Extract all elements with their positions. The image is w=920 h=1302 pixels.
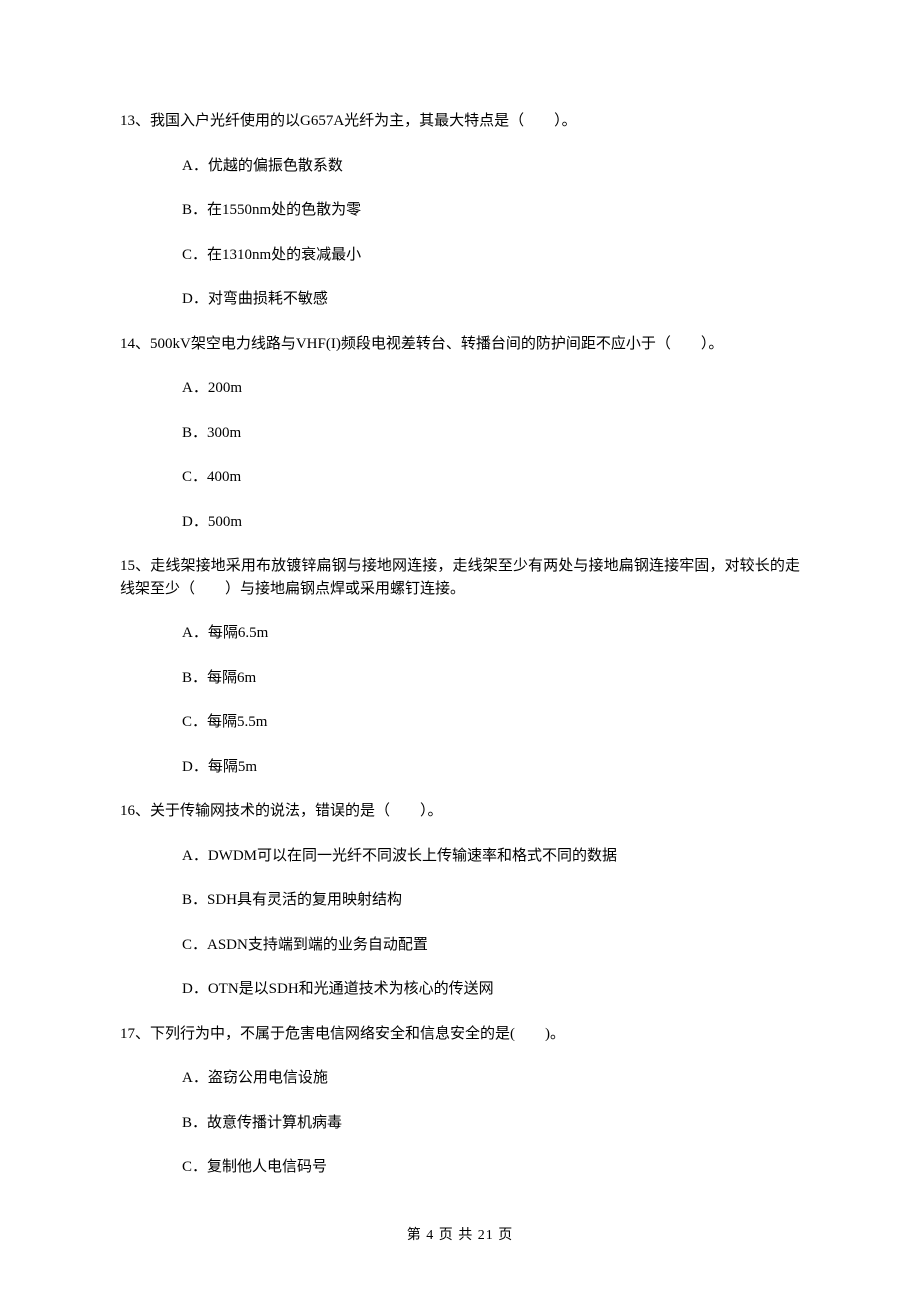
question-stem: 13、我国入户光纤使用的以G657A光纤为主，其最大特点是（ ）。 — [120, 110, 800, 133]
question-15: 15、走线架接地采用布放镀锌扁钢与接地网连接，走线架至少有两处与接地扁钢连接牢固… — [120, 555, 800, 778]
option-b: B．300m — [120, 422, 800, 445]
option-b: B．每隔6m — [120, 667, 800, 690]
option-b: B．故意传播计算机病毒 — [120, 1112, 800, 1135]
question-17: 17、下列行为中，不属于危害电信网络安全和信息安全的是( )。 A．盗窃公用电信… — [120, 1023, 800, 1179]
option-c: C．复制他人电信码号 — [120, 1156, 800, 1179]
question-stem: 16、关于传输网技术的说法，错误的是（ ）。 — [120, 800, 800, 823]
question-stem: 17、下列行为中，不属于危害电信网络安全和信息安全的是( )。 — [120, 1023, 800, 1046]
option-d: D．500m — [120, 511, 800, 534]
option-a: A．盗窃公用电信设施 — [120, 1067, 800, 1090]
option-c: C．ASDN支持端到端的业务自动配置 — [120, 934, 800, 957]
question-16: 16、关于传输网技术的说法，错误的是（ ）。 A．DWDM可以在同一光纤不同波长… — [120, 800, 800, 1001]
option-b: B．SDH具有灵活的复用映射结构 — [120, 889, 800, 912]
option-a: A．DWDM可以在同一光纤不同波长上传输速率和格式不同的数据 — [120, 845, 800, 868]
option-a: A．200m — [120, 377, 800, 400]
question-stem: 15、走线架接地采用布放镀锌扁钢与接地网连接，走线架至少有两处与接地扁钢连接牢固… — [120, 555, 800, 600]
option-c: C．400m — [120, 466, 800, 489]
option-a: A．每隔6.5m — [120, 622, 800, 645]
question-14: 14、500kV架空电力线路与VHF(I)频段电视差转台、转播台间的防护间距不应… — [120, 333, 800, 534]
question-stem: 14、500kV架空电力线路与VHF(I)频段电视差转台、转播台间的防护间距不应… — [120, 333, 800, 356]
option-b: B．在1550nm处的色散为零 — [120, 199, 800, 222]
option-d: D．对弯曲损耗不敏感 — [120, 288, 800, 311]
page: 13、我国入户光纤使用的以G657A光纤为主，其最大特点是（ ）。 A．优越的偏… — [0, 0, 920, 1302]
option-d: D．OTN是以SDH和光通道技术为核心的传送网 — [120, 978, 800, 1001]
option-d: D．每隔5m — [120, 756, 800, 779]
question-13: 13、我国入户光纤使用的以G657A光纤为主，其最大特点是（ ）。 A．优越的偏… — [120, 110, 800, 311]
page-footer: 第 4 页 共 21 页 — [0, 1225, 920, 1246]
option-c: C．在1310nm处的衰减最小 — [120, 244, 800, 267]
option-a: A．优越的偏振色散系数 — [120, 155, 800, 178]
option-c: C．每隔5.5m — [120, 711, 800, 734]
